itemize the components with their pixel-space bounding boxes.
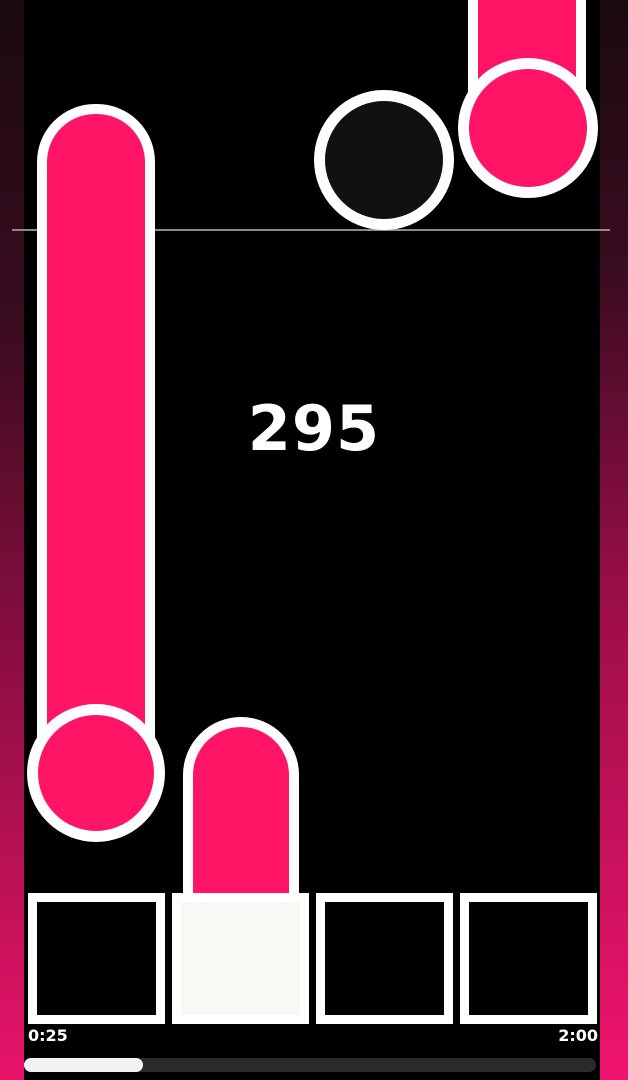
- hold-note-head-lane-4: [458, 58, 598, 198]
- elapsed-time: 0:25: [28, 1026, 68, 1045]
- lane-pad-1[interactable]: [28, 893, 165, 1024]
- left-side-glow: [0, 0, 24, 1080]
- lane-pad-4[interactable]: [460, 893, 597, 1024]
- game-screen: 295 0:25 2:00: [0, 0, 628, 1080]
- song-progress-fill: [24, 1058, 143, 1072]
- right-side-glow: [600, 0, 628, 1080]
- song-progress-bar[interactable]: [24, 1058, 596, 1072]
- lane-pad-2[interactable]: [172, 893, 309, 1024]
- dark-note-lane-3: [314, 90, 454, 230]
- hold-note-head-lane-1: [27, 704, 165, 842]
- hold-note-lane-2: [183, 717, 299, 907]
- lane-pad-3[interactable]: [316, 893, 453, 1024]
- score-display: 295: [247, 392, 381, 465]
- total-time: 2:00: [558, 1026, 598, 1045]
